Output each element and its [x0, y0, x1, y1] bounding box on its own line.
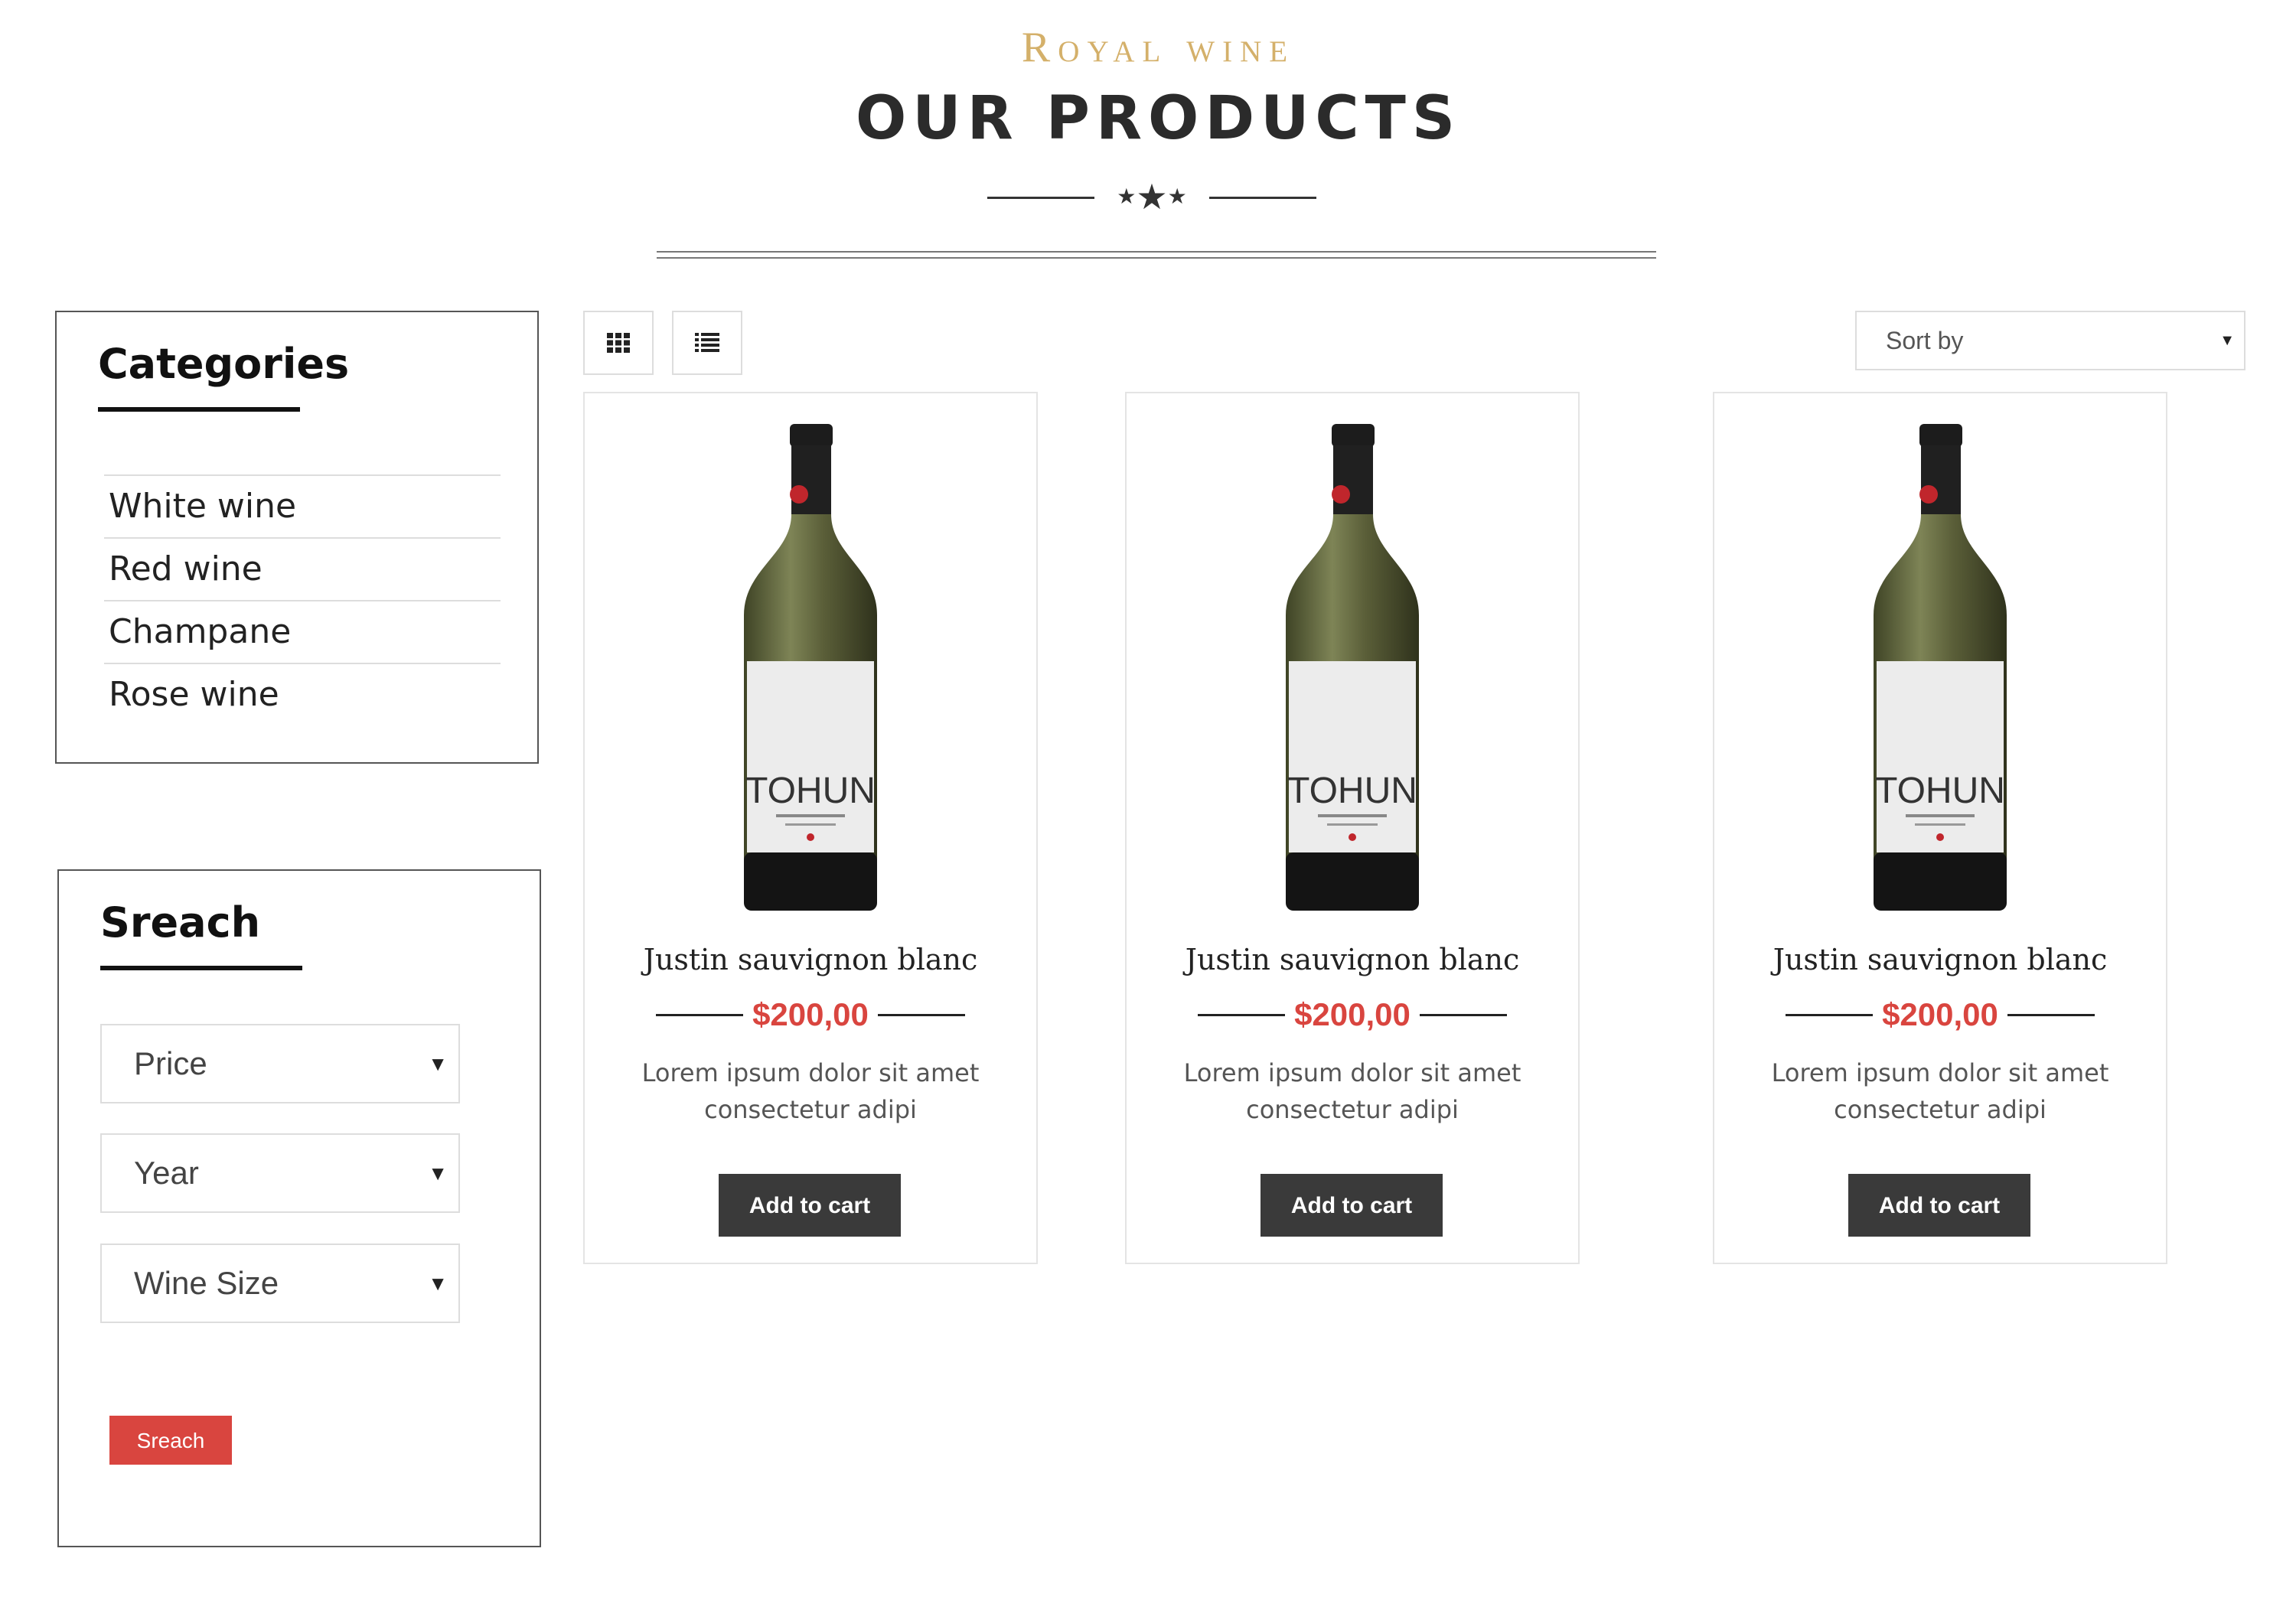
product-price: $200,00: [752, 996, 869, 1032]
price-dash: [1198, 1013, 1286, 1016]
caret-down-icon: ▼: [428, 1052, 448, 1075]
category-item-rose-wine[interactable]: Rose wine: [104, 664, 501, 725]
ornament-line-left: [987, 197, 1094, 199]
product-card: TOHUN Justin sauvignon blanc $200,00 Lor…: [1125, 392, 1580, 1264]
year-select[interactable]: Year ▼: [100, 1133, 460, 1213]
price-row: $200,00: [585, 996, 1036, 1042]
page: Royal wine OUR PRODUCTS ★★★ Categories W…: [0, 0, 2296, 1607]
category-item-red-wine[interactable]: Red wine: [104, 539, 501, 601]
product-description: Lorem ipsum dolor sit amet consectetur a…: [1771, 1058, 2109, 1124]
search-button[interactable]: Sreach: [109, 1416, 232, 1465]
caret-down-icon: ▼: [428, 1272, 448, 1295]
search-title: Sreach: [100, 898, 261, 947]
bottle-label-text: TOHUN: [1875, 771, 2005, 811]
caret-down-icon: ▼: [428, 1162, 448, 1185]
title-underline: [100, 966, 302, 970]
product-price: $200,00: [1882, 996, 1998, 1032]
categories-panel: Categories White wine Red wine Champane …: [55, 311, 539, 764]
wine-size-select-label: Wine Size: [134, 1265, 279, 1301]
product-description: Lorem ipsum dolor sit amet consectetur a…: [641, 1058, 980, 1124]
list-view-icon: [695, 333, 719, 352]
category-list: White wine Red wine Champane Rose wine: [104, 474, 501, 725]
page-title: OUR PRODUCTS: [855, 84, 1462, 153]
product-name[interactable]: Justin sauvignon blanc: [1714, 943, 2166, 976]
price-select-label: Price: [134, 1045, 207, 1081]
price-dash: [877, 1013, 965, 1016]
add-to-cart-button[interactable]: Add to cart: [1848, 1174, 2030, 1237]
bottle-label-text: TOHUN: [745, 771, 876, 811]
product-price: $200,00: [1294, 996, 1411, 1032]
wine-bottle-image: TOHUN: [744, 424, 877, 911]
sort-select[interactable]: Sort by ▼: [1855, 311, 2245, 370]
brand-name: Royal wine: [1021, 24, 1296, 71]
star-icon: ★★★: [1117, 177, 1187, 217]
price-dash: [2007, 1013, 2095, 1016]
price-dash: [656, 1013, 744, 1016]
wine-bottle-image: TOHUN: [1286, 424, 1419, 911]
categories-title: Categories: [98, 340, 350, 388]
title-ornament: ★★★: [987, 178, 1316, 216]
wine-size-select[interactable]: Wine Size ▼: [100, 1244, 460, 1323]
bottle-label-text: TOHUN: [1287, 771, 1417, 811]
wine-bottle-image: TOHUN: [1874, 424, 2007, 911]
add-to-cart-button[interactable]: Add to cart: [1261, 1174, 1443, 1237]
title-underline: [98, 407, 300, 412]
ornament-line-right: [1209, 197, 1316, 199]
sort-select-label: Sort by: [1886, 327, 1964, 354]
price-dash: [1419, 1013, 1507, 1016]
grid-view-icon: [607, 333, 630, 353]
grid-view-button[interactable]: [583, 311, 654, 375]
category-item-white-wine[interactable]: White wine: [104, 476, 501, 539]
add-to-cart-button[interactable]: Add to cart: [719, 1174, 901, 1237]
year-select-label: Year: [134, 1155, 199, 1191]
product-name[interactable]: Justin sauvignon blanc: [1127, 943, 1578, 976]
product-name[interactable]: Justin sauvignon blanc: [585, 943, 1036, 976]
product-card: TOHUN Justin sauvignon blanc $200,00 Lor…: [583, 392, 1038, 1264]
caret-down-icon: ▼: [2219, 332, 2235, 349]
list-view-button[interactable]: [672, 311, 742, 375]
category-item-champane[interactable]: Champane: [104, 601, 501, 664]
product-description: Lorem ipsum dolor sit amet consectetur a…: [1183, 1058, 1521, 1124]
price-row: $200,00: [1127, 996, 1578, 1042]
price-select[interactable]: Price ▼: [100, 1024, 460, 1103]
price-dash: [1786, 1013, 1874, 1016]
product-card: TOHUN Justin sauvignon blanc $200,00 Lor…: [1713, 392, 2167, 1264]
header-divider: [657, 251, 1656, 259]
price-row: $200,00: [1714, 996, 2166, 1042]
search-panel: Sreach Price ▼ Year ▼ Wine Size ▼ Sreach: [57, 869, 541, 1547]
